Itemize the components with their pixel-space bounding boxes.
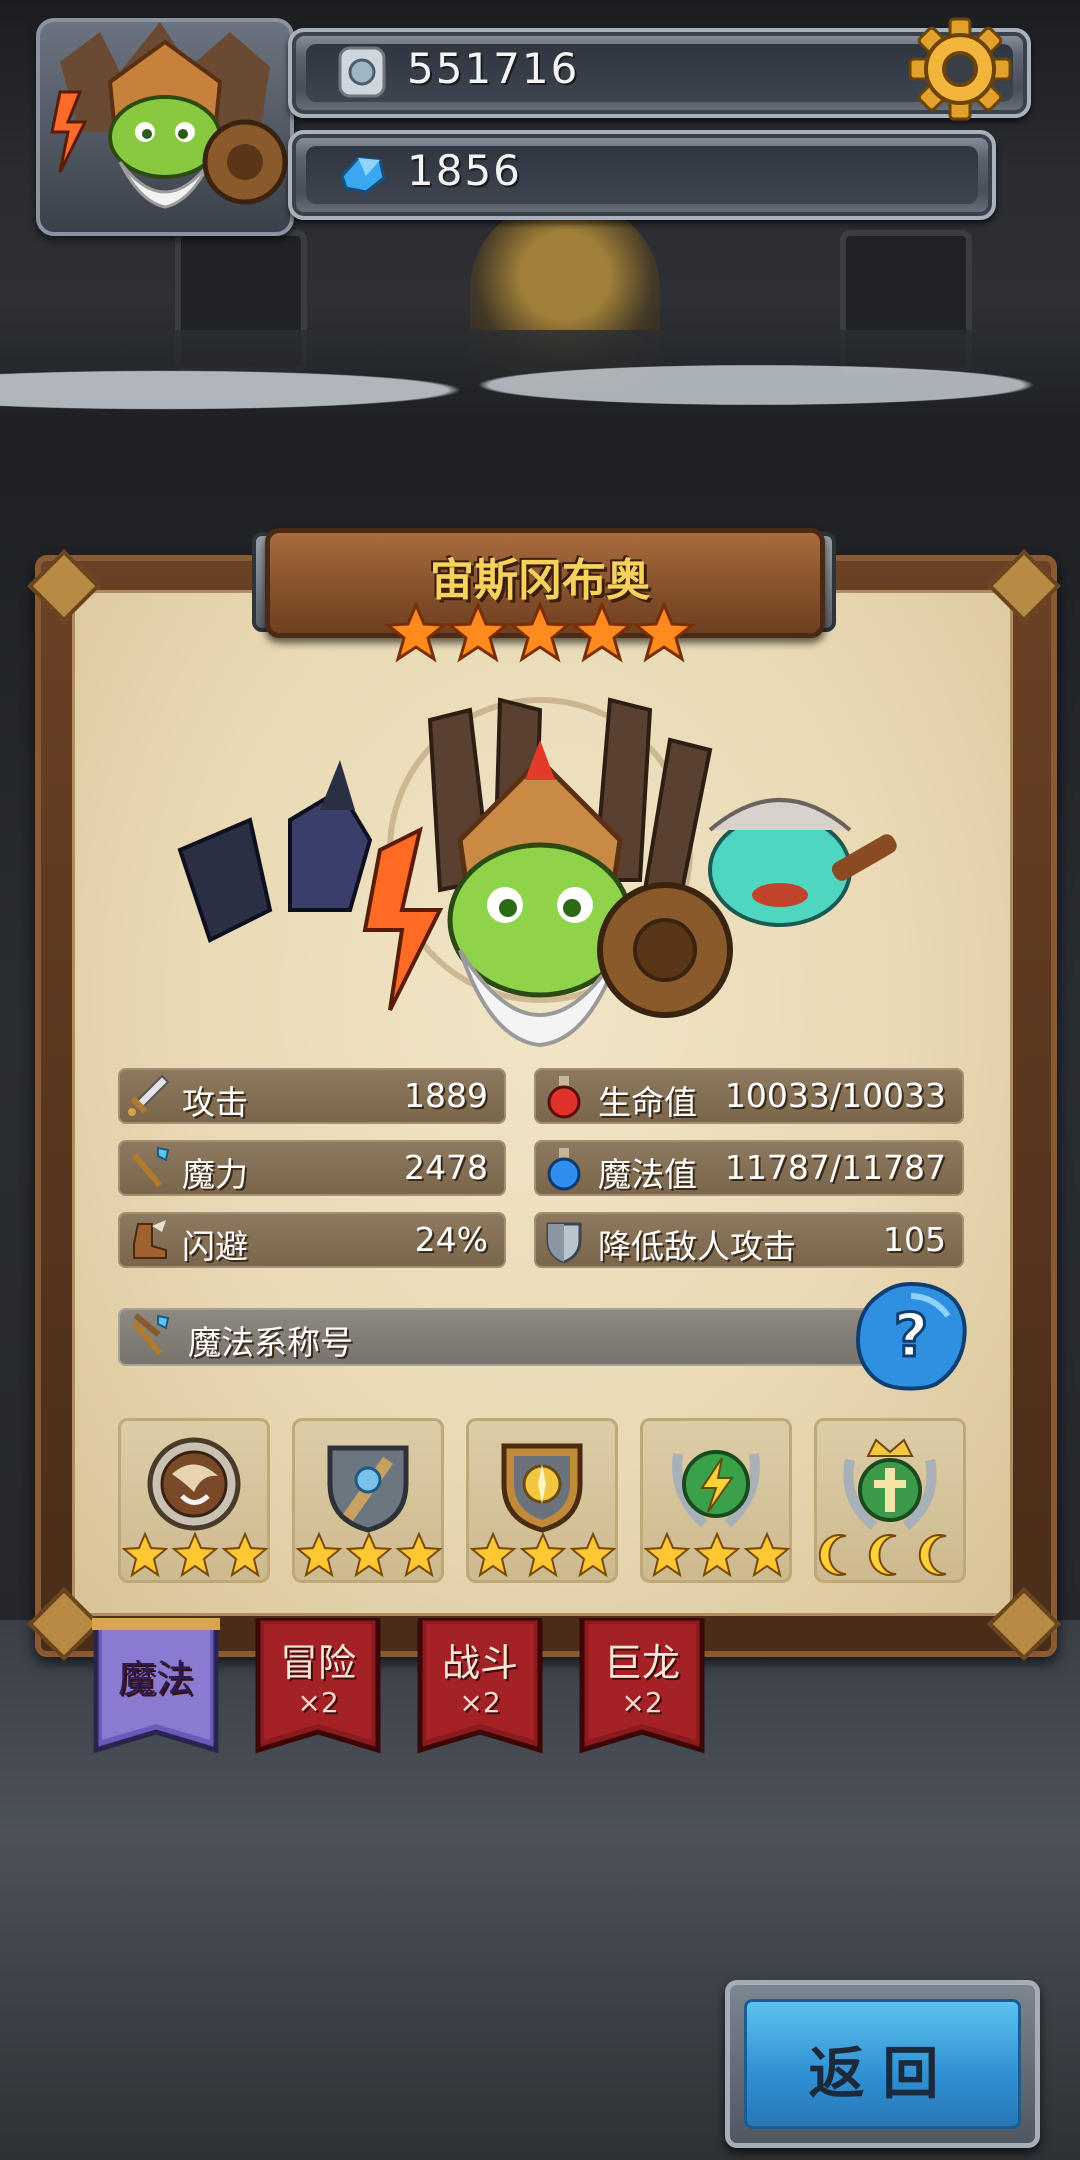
gear-icon[interactable] bbox=[905, 14, 1015, 124]
tab-adventure[interactable]: 冒险 ×2 bbox=[254, 1615, 382, 1758]
stat-mp: 魔法值 11787/11787 bbox=[534, 1140, 964, 1196]
stat-value: 1889 bbox=[404, 1076, 488, 1115]
player-avatar[interactable] bbox=[36, 18, 294, 236]
stat-label: 魔力 bbox=[182, 1155, 248, 1194]
stat-magic: 魔力 2478 bbox=[118, 1140, 506, 1196]
badge-moons bbox=[818, 1534, 947, 1576]
gold-value: 551716 bbox=[407, 44, 580, 93]
stat-value: 11787/11787 bbox=[724, 1148, 946, 1187]
question-icon[interactable]: ? bbox=[852, 1278, 970, 1394]
badge-stars bbox=[121, 1531, 269, 1578]
stat-value: 24% bbox=[414, 1220, 488, 1259]
stat-value: 10033/10033 bbox=[724, 1076, 946, 1115]
stat-label: 攻击 bbox=[182, 1083, 248, 1122]
tab-battle[interactable]: 战斗 ×2 bbox=[416, 1615, 544, 1758]
tab-label: 魔法 bbox=[117, 1657, 194, 1701]
compass-badge-icon bbox=[501, 1443, 583, 1533]
bard-companion bbox=[708, 798, 897, 927]
tab-multiplier: ×2 bbox=[459, 1686, 501, 1719]
tab-magic[interactable]: 魔法 bbox=[92, 1615, 220, 1758]
stat-attack: 攻击 1889 bbox=[118, 1068, 506, 1124]
badge-horn[interactable] bbox=[118, 1418, 270, 1583]
stat-value: 2478 bbox=[404, 1148, 488, 1187]
blue-potion-icon bbox=[547, 1148, 581, 1191]
magic-staff-icon bbox=[131, 1146, 170, 1188]
background-snow bbox=[0, 330, 1080, 430]
badge-stars bbox=[469, 1531, 617, 1578]
stat-value: 105 bbox=[883, 1220, 946, 1259]
horn-badge-icon bbox=[147, 1437, 241, 1531]
shield-icon bbox=[546, 1222, 582, 1264]
back-button[interactable]: 返回 bbox=[725, 1980, 1040, 2148]
badge-crown[interactable] bbox=[814, 1418, 966, 1583]
blue-crystal-icon bbox=[340, 156, 386, 194]
star-icon bbox=[509, 602, 571, 663]
star-icon bbox=[633, 602, 695, 663]
badge-stars bbox=[295, 1531, 443, 1578]
stat-label: 闪避 bbox=[182, 1227, 248, 1266]
tab-label: 战斗 bbox=[441, 1641, 518, 1685]
magic-staff-icon bbox=[131, 1313, 170, 1356]
tab-label: 巨龙 bbox=[603, 1641, 680, 1685]
silver-coin-icon bbox=[338, 46, 386, 98]
stat-hp: 生命值 10033/10033 bbox=[534, 1068, 964, 1124]
title-bar-label: 魔法系称号 bbox=[188, 1323, 353, 1362]
winged-boot-icon bbox=[133, 1220, 167, 1259]
stat-label: 生命值 bbox=[598, 1083, 697, 1122]
dark-knight-companion bbox=[177, 760, 373, 943]
stat-dodge: 闪避 24% bbox=[118, 1212, 506, 1268]
tab-dragon[interactable]: 巨龙 ×2 bbox=[578, 1615, 706, 1758]
hero-star-rating bbox=[385, 602, 695, 664]
badge-compass[interactable] bbox=[466, 1418, 618, 1583]
hero-name: 宙斯冈布奥 bbox=[430, 555, 650, 606]
badge-lightning[interactable] bbox=[640, 1418, 792, 1583]
magic-title-bar: 魔法系称号 bbox=[118, 1308, 958, 1366]
star-icon bbox=[385, 602, 447, 663]
star-icon bbox=[447, 602, 509, 663]
crown-badge-icon bbox=[843, 1438, 937, 1530]
lightning-badge-icon bbox=[672, 1450, 760, 1528]
sword-icon bbox=[128, 1074, 170, 1116]
badge-shield[interactable] bbox=[292, 1418, 444, 1583]
tab-label: 冒险 bbox=[279, 1641, 356, 1685]
shield-badge-icon bbox=[327, 1445, 409, 1533]
gem-bar: 1856 bbox=[288, 130, 996, 220]
red-potion-icon bbox=[547, 1076, 581, 1119]
hero-portrait-icon bbox=[50, 22, 288, 209]
badge-stars bbox=[643, 1531, 791, 1578]
stat-label: 魔法值 bbox=[598, 1155, 697, 1194]
tab-multiplier: ×2 bbox=[621, 1686, 663, 1719]
stat-label: 降低敌人攻击 bbox=[598, 1227, 796, 1266]
star-icon bbox=[571, 602, 633, 663]
back-button-label: 返回 bbox=[808, 2042, 957, 2107]
tab-multiplier: ×2 bbox=[297, 1686, 339, 1719]
stat-defense: 降低敌人攻击 105 bbox=[534, 1212, 964, 1268]
gem-value: 1856 bbox=[407, 146, 522, 195]
hero-artwork bbox=[177, 697, 897, 1048]
svg-text:?: ? bbox=[894, 1301, 929, 1371]
